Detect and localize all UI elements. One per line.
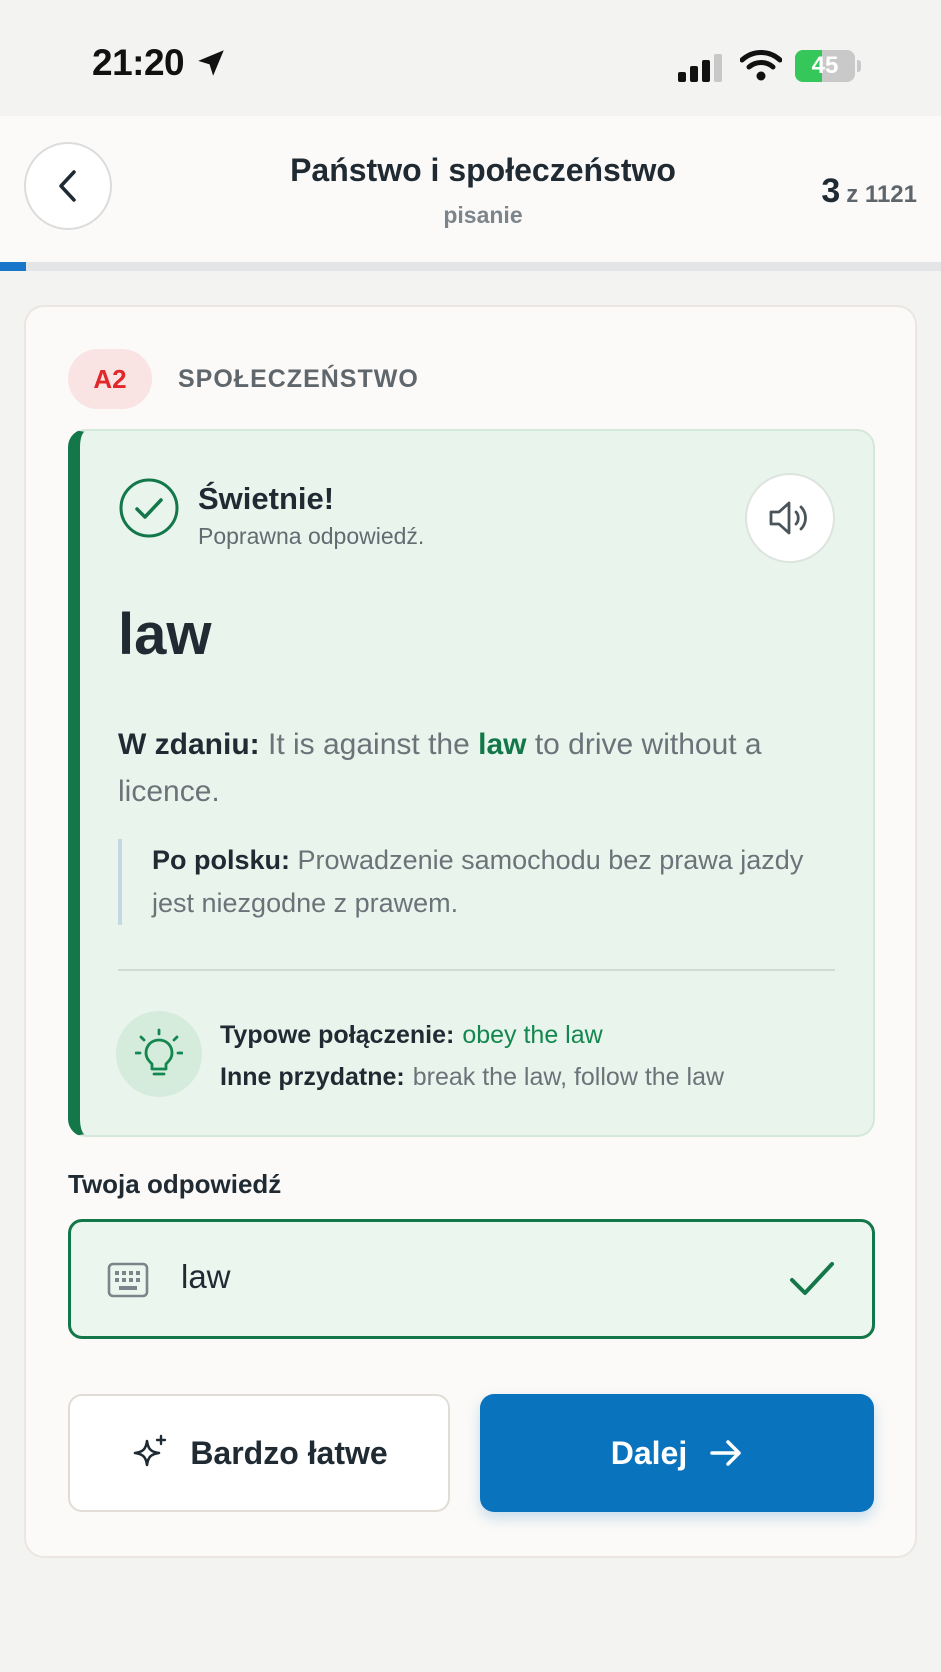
feedback-panel: Świetnie! Poprawna odpowiedź. law W zdan… [68, 429, 875, 1137]
checkmark-icon [790, 1262, 834, 1295]
very-easy-button[interactable]: Bardzo łatwe [68, 1394, 450, 1512]
sentence-highlight: law [478, 728, 527, 761]
sparkle-icon [134, 1434, 167, 1467]
translation: Po polsku: Prowadzenie samochodu bez pra… [118, 839, 808, 925]
other-collocations-line: Inne przydatne: break the law, follow the… [220, 1063, 724, 1092]
battery-indicator: 45 [795, 50, 861, 82]
level-badge: A2 [68, 349, 152, 409]
wifi-icon [740, 50, 782, 81]
location-arrow-icon [198, 50, 224, 76]
very-easy-label: Bardzo łatwe [190, 1434, 388, 1471]
chevron-left-icon [59, 170, 76, 202]
answer-label: Twoja odpowiedź [68, 1169, 282, 1199]
cellular-signal-icon [678, 54, 722, 82]
play-audio-button[interactable] [745, 473, 835, 563]
next-button[interactable]: Dalej [480, 1394, 874, 1512]
collocation-label: Typowe połączenie: [220, 1021, 455, 1049]
progress-bar [0, 262, 941, 271]
speaker-icon [769, 501, 807, 535]
page-subtitle: pisanie [443, 202, 523, 228]
exercise-card: A2 SPOŁECZEŃSTWO Świetnie! Poprawna odpo… [24, 305, 917, 1558]
tip-badge [116, 1011, 202, 1097]
page-title: Państwo i społeczeństwo [290, 152, 676, 188]
divider [118, 969, 835, 971]
lightbulb-icon [135, 1028, 183, 1076]
feedback-subtitle: Poprawna odpowiedź. [198, 523, 425, 549]
answer-input[interactable]: law [68, 1219, 875, 1339]
translation-label: Po polsku: [152, 845, 291, 875]
feedback-title: Świetnie! [198, 481, 335, 516]
counter-current: 3 [821, 172, 841, 210]
battery-percent: 45 [811, 52, 839, 79]
target-word: law [118, 602, 212, 667]
collocation-value: obey the law [462, 1021, 603, 1049]
answer-value: law [181, 1258, 231, 1295]
progress-fill [0, 262, 26, 271]
header: Państwo i społeczeństwo pisanie 3z 1121 [0, 116, 941, 262]
question-counter: 3z 1121 [821, 172, 917, 211]
collocation-line: Typowe połączenie: obey the law [220, 1021, 603, 1050]
arrow-right-icon [710, 1440, 741, 1466]
status-time: 21:20 [92, 42, 185, 83]
check-circle-icon [119, 478, 179, 538]
category-label: SPOŁECZEŃSTWO [178, 365, 419, 393]
example-sentence: W zdaniu: It is against the law to drive… [118, 721, 818, 815]
next-label: Dalej [610, 1434, 688, 1471]
keyboard-icon [107, 1262, 149, 1298]
sentence-before: It is against the [267, 728, 470, 761]
status-bar: 21:20 45 [0, 0, 941, 115]
other-label: Inne przydatne: [220, 1063, 405, 1091]
other-value: break the law, follow the law [412, 1063, 725, 1091]
sentence-label: W zdaniu: [118, 728, 260, 761]
counter-total: z 1121 [846, 181, 917, 208]
back-button[interactable] [24, 142, 112, 230]
